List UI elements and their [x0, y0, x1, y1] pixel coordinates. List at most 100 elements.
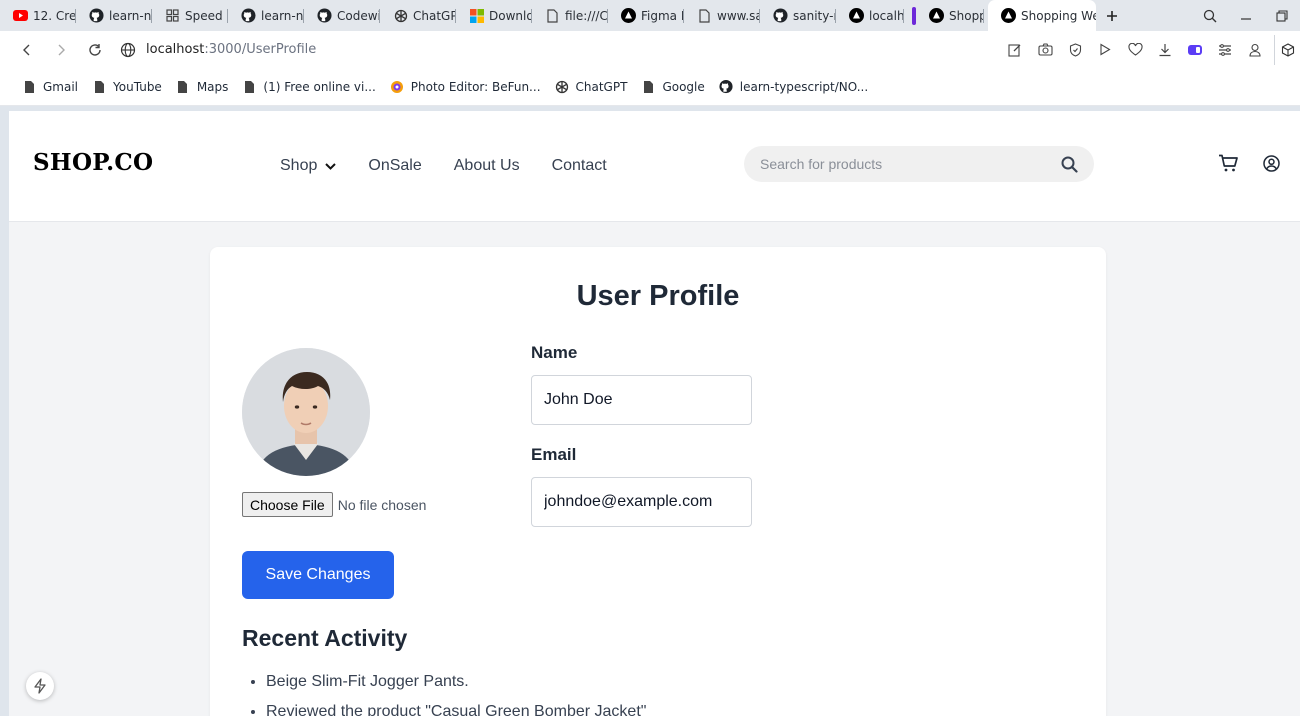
list-item: Reviewed the product "Casual Green Bombe…: [266, 703, 646, 716]
tab-label: www.san: [717, 8, 760, 23]
browser-tab[interactable]: Figma D: [608, 0, 684, 31]
tab-label: ChatGPT: [413, 8, 456, 23]
bookmark-label: Gmail: [43, 79, 79, 94]
bookmark-item[interactable]: ChatGPT: [555, 79, 628, 94]
browser-tab[interactable]: www.san: [684, 0, 760, 31]
new-tab-button[interactable]: [1096, 0, 1128, 31]
save-changes-button[interactable]: Save Changes: [242, 551, 394, 599]
active-browser-tab[interactable]: Shopping Web: [988, 0, 1096, 31]
bookmark-label: (1) Free online vi...: [263, 79, 376, 94]
favorite-button[interactable]: [1120, 43, 1150, 56]
vercel-icon: [929, 8, 944, 23]
play-button[interactable]: [1090, 43, 1120, 56]
reload-icon: [89, 43, 101, 56]
browser-tab[interactable]: Shoppin: [916, 0, 984, 31]
bookmark-item[interactable]: Maps: [176, 79, 229, 94]
tab-label: learn-ne: [109, 8, 152, 23]
browser-tab[interactable]: localhos: [836, 0, 904, 31]
grid-icon: [165, 8, 180, 23]
cube-icon: [1281, 42, 1294, 57]
person-icon: [1249, 43, 1261, 57]
email-input[interactable]: [531, 477, 752, 527]
web-page: SHOP.CO Shop OnSale About Us Contact Use…: [9, 111, 1300, 716]
url-field[interactable]: localhost:3000/UserProfile: [120, 42, 316, 58]
name-input[interactable]: [531, 375, 752, 425]
chevron-down-icon: [325, 162, 337, 170]
bookmark-item[interactable]: Photo Editor: BeFun...: [390, 80, 541, 94]
tab-label: Codewit: [337, 8, 380, 23]
tab-label: Shoppin: [949, 8, 984, 23]
search-input[interactable]: [760, 156, 1061, 172]
browser-tab[interactable]: Speed D: [152, 0, 228, 31]
nav-onsale[interactable]: OnSale: [368, 157, 421, 175]
tab-search-button[interactable]: [1192, 0, 1228, 31]
file-icon: [92, 80, 106, 94]
edit-button[interactable]: [1000, 43, 1030, 57]
tune-icon: [1219, 43, 1231, 56]
browser-tab[interactable]: learn-ne: [76, 0, 152, 31]
chatgpt-icon: [393, 8, 408, 23]
heart-icon: [1127, 43, 1143, 56]
user-account-icon[interactable]: [1263, 155, 1280, 172]
vercel-icon: [621, 8, 636, 23]
browser-tab[interactable]: learn-ne: [228, 0, 304, 31]
main-nav: Shop OnSale About Us Contact: [280, 157, 639, 175]
search-icon[interactable]: [1061, 156, 1078, 173]
lightning-icon: [34, 678, 46, 694]
tab-label: Speed D: [185, 8, 228, 23]
url-path: :3000/UserProfile: [204, 42, 317, 57]
bookmark-item[interactable]: (1) Free online vi...: [242, 79, 376, 94]
cart-icon[interactable]: [1218, 154, 1239, 173]
dev-tools-button[interactable]: [26, 672, 54, 700]
befunky-icon: [390, 80, 404, 94]
browser-tab[interactable]: 12. Creat: [0, 0, 76, 31]
bookmark-label: YouTube: [113, 79, 162, 94]
address-bar-actions: [1000, 34, 1300, 65]
bookmark-item[interactable]: Google: [641, 79, 705, 94]
shield-button[interactable]: [1060, 42, 1090, 57]
file-status: No file chosen: [337, 496, 427, 513]
back-button[interactable]: [10, 31, 44, 68]
menu-button[interactable]: [1210, 43, 1240, 56]
extensions-button[interactable]: [1274, 34, 1300, 65]
play-icon: [1100, 43, 1111, 56]
github-icon: [89, 8, 104, 23]
bookmark-label: Google: [662, 79, 705, 94]
nav-about-us[interactable]: About Us: [454, 157, 520, 175]
browser-tab[interactable]: Codewit: [304, 0, 380, 31]
file-upload: Choose File No file chosen: [242, 492, 426, 517]
bookmark-item[interactable]: Gmail: [22, 80, 78, 94]
browser-tab[interactable]: file:///C:: [532, 0, 608, 31]
forward-arrow-icon: [58, 44, 65, 55]
extension-button[interactable]: [1180, 44, 1210, 56]
profile-photo: [242, 348, 370, 476]
tab-label: Figma D: [641, 8, 684, 23]
vercel-icon: [849, 8, 864, 23]
globe-icon: [120, 42, 136, 57]
site-header: SHOP.CO Shop OnSale About Us Contact: [9, 111, 1300, 222]
browser-tab[interactable]: Downlo: [456, 0, 532, 31]
browser-tab[interactable]: ChatGPT: [380, 0, 456, 31]
minimize-icon: [1241, 17, 1251, 20]
minimize-button[interactable]: [1228, 0, 1264, 31]
bookmark-item[interactable]: YouTube: [92, 80, 162, 94]
bookmark-label: Maps: [196, 79, 229, 94]
browser-tab[interactable]: sanity-ne: [760, 0, 836, 31]
download-button[interactable]: [1150, 43, 1180, 57]
url-host: localhost: [146, 42, 205, 57]
reload-button[interactable]: [78, 31, 112, 68]
tab-label: 12. Creat: [33, 8, 76, 23]
restore-button[interactable]: [1264, 0, 1300, 31]
nav-shop[interactable]: Shop: [280, 157, 337, 175]
nav-contact[interactable]: Contact: [552, 157, 607, 175]
forward-button[interactable]: [44, 31, 78, 68]
site-logo[interactable]: SHOP.CO: [33, 149, 153, 176]
bookmark-label: Photo Editor: BeFun...: [410, 79, 541, 94]
choose-file-button[interactable]: Choose File: [242, 492, 333, 517]
toggle-extension-icon: [1188, 44, 1202, 55]
screenshot-button[interactable]: [1030, 43, 1060, 56]
bookmark-label: ChatGPT: [575, 79, 628, 94]
profile-button[interactable]: [1240, 43, 1270, 57]
recent-activity-list: Beige Slim-Fit Jogger Pants. Reviewed th…: [266, 673, 646, 716]
bookmark-item[interactable]: learn-typescript/NO...: [719, 80, 868, 94]
